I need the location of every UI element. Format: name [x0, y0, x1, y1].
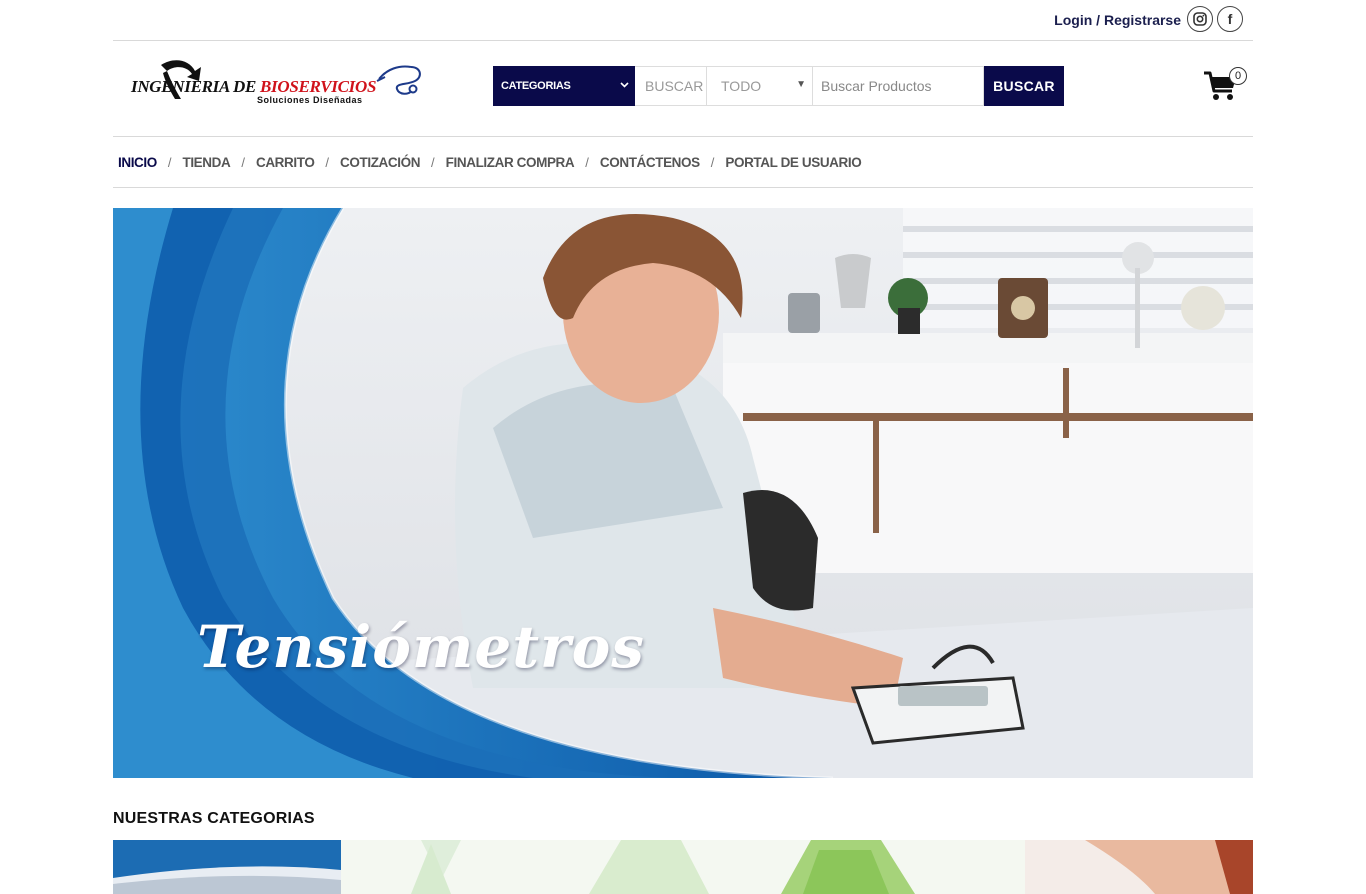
nav-item-tienda[interactable]: TIENDA [182, 155, 230, 170]
hero-banner[interactable]: Tensiómetros [113, 208, 1253, 778]
search-input[interactable] [813, 66, 984, 106]
nav-separator: / [325, 154, 330, 170]
search-bar: CATEGORIAS BUSCAR TODO ▼ BUSCAR [493, 66, 1064, 106]
logo-tagline: Soluciones Diseñadas [257, 95, 363, 105]
nav-separator: / [167, 154, 172, 170]
nav-item-inicio[interactable]: INICIO [118, 155, 157, 170]
category-tile[interactable] [113, 840, 341, 894]
search-label: BUSCAR [635, 66, 707, 106]
nav-item-carrito[interactable]: CARRITO [256, 155, 315, 170]
logo-text: INGENIERIA DE BIOSERVICIOS [131, 77, 376, 97]
categories-heading: NUESTRAS CATEGORIAS [113, 810, 315, 827]
scope-select[interactable]: TODO ▼ [707, 66, 813, 106]
scope-select-value: TODO [721, 78, 762, 94]
search-button[interactable]: BUSCAR [984, 66, 1064, 106]
header: INGENIERIA DE BIOSERVICIOS Soluciones Di… [113, 41, 1253, 137]
categories-dropdown[interactable]: CATEGORIAS [493, 66, 635, 106]
category-image [341, 840, 1025, 894]
main-nav: INICIO / TIENDA / CARRITO / COTIZACIÓN /… [113, 137, 1253, 188]
auth-separator: / [1092, 12, 1104, 28]
top-bar: Login / Registrarse f [113, 0, 1253, 41]
cart-button[interactable]: 0 [1203, 67, 1247, 105]
logo-text-part1: INGENIERIA DE [131, 77, 261, 96]
category-tile[interactable] [341, 840, 1025, 894]
register-link[interactable]: Registrarse [1104, 12, 1181, 28]
nav-separator: / [585, 154, 589, 170]
caret-down-icon: ▼ [796, 79, 806, 90]
category-image [1025, 840, 1253, 894]
nav-item-portal-de-usuario[interactable]: PORTAL DE USUARIO [725, 155, 861, 170]
nav-separator: / [241, 154, 245, 170]
instagram-icon[interactable] [1187, 6, 1213, 32]
stethoscope-icon [376, 65, 421, 95]
cart-count-badge: 0 [1229, 67, 1247, 85]
nav-item-cotizacion[interactable]: COTIZACIÓN [340, 155, 420, 170]
categories-strip [113, 840, 1253, 894]
facebook-icon[interactable]: f [1217, 6, 1243, 32]
category-tile[interactable] [1025, 840, 1253, 894]
nav-item-contactenos[interactable]: CONTÁCTENOS [600, 155, 700, 170]
category-image [113, 840, 341, 894]
hero-image [113, 208, 1253, 778]
hero-title: Tensiómetros [197, 613, 645, 681]
nav-item-finalizar-compra[interactable]: FINALIZAR COMPRA [446, 155, 575, 170]
nav-separator: / [710, 154, 715, 170]
auth-links: Login / Registrarse [1054, 12, 1181, 28]
nav-separator: / [431, 154, 435, 170]
site-logo[interactable]: INGENIERIA DE BIOSERVICIOS Soluciones Di… [129, 55, 421, 111]
categories-dropdown-label: CATEGORIAS [501, 80, 571, 92]
facebook-glyph: f [1227, 11, 1233, 27]
chevron-down-icon [620, 79, 629, 91]
logo-text-part2: BIOSERVICIOS [260, 77, 377, 96]
login-link[interactable]: Login [1054, 12, 1092, 28]
